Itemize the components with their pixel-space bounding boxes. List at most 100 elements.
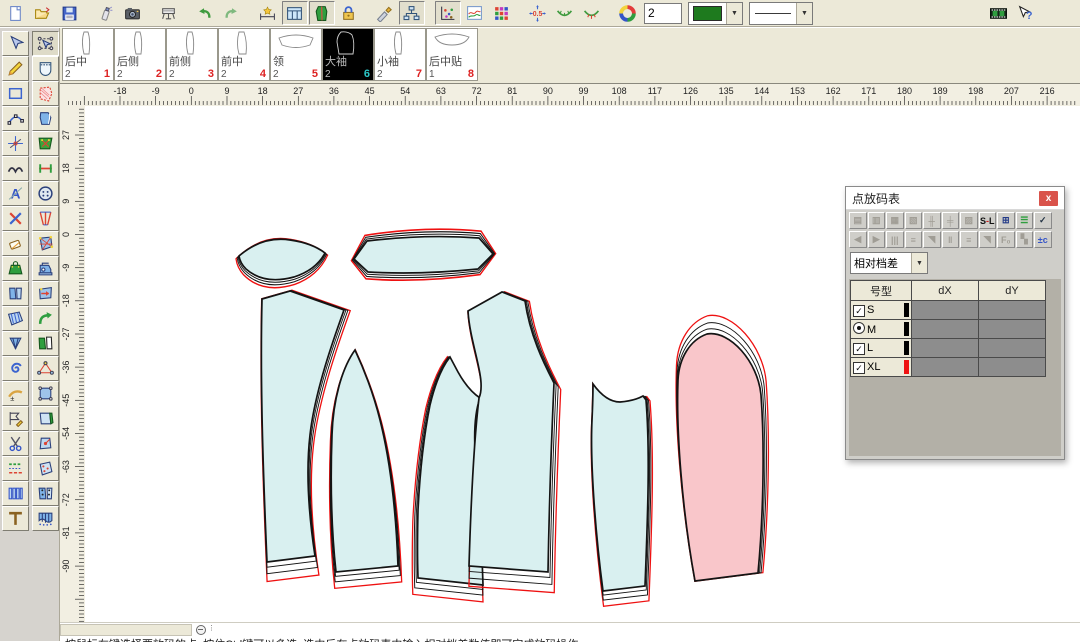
radio-selected-icon[interactable] [853, 322, 865, 334]
notch-arrow-tool-button[interactable] [32, 281, 59, 306]
align-points-button[interactable]: ╫ [923, 212, 941, 229]
f-zero-button[interactable]: F₀ [997, 231, 1015, 248]
curve-grading-button[interactable] [462, 1, 488, 25]
marker-layout-tool-button[interactable] [32, 131, 59, 156]
piece-thumbnail-6[interactable]: 大袖26 [322, 28, 374, 81]
button-mark-tool-button[interactable] [32, 181, 59, 206]
context-help-button[interactable]: ? [1013, 1, 1039, 25]
stitch-lines-tool-button[interactable] [2, 456, 29, 481]
piece-mode-button[interactable] [309, 1, 335, 25]
dx-cell[interactable] [912, 339, 979, 358]
pleat-grid-tool-button[interactable] [2, 481, 29, 506]
copy-y-button[interactable]: ▧ [905, 212, 923, 229]
flag-annotate-tool-button[interactable] [2, 406, 29, 431]
size-cell[interactable]: ✓L [851, 339, 912, 358]
close-icon[interactable]: x [1039, 191, 1058, 206]
piece-thumbnail-3[interactable]: 前侧23 [166, 28, 218, 81]
line-color-select[interactable]: ▼ [688, 2, 743, 25]
cross-cut-tool-button[interactable] [2, 206, 29, 231]
front-center-piece[interactable] [468, 292, 561, 593]
line-style-select[interactable]: ▼ [749, 2, 813, 25]
checkbox-checked-icon[interactable]: ✓ [853, 343, 865, 355]
piece-thumbnail-4[interactable]: 前中24 [218, 28, 270, 81]
ramp-y-button[interactable]: ◥ [979, 231, 997, 248]
pleat-fan-tool-button[interactable] [2, 331, 29, 356]
dy-cell[interactable] [979, 320, 1046, 339]
clean-brush-button[interactable] [372, 1, 398, 25]
redo-button[interactable] [219, 1, 245, 25]
swap-xy-button[interactable]: ▨ [960, 212, 978, 229]
panel-split-tool-button[interactable] [2, 281, 29, 306]
width-measure-tool-button[interactable] [32, 156, 59, 181]
ramp-x-button[interactable]: ◥ [923, 231, 941, 248]
back-side-piece[interactable] [330, 350, 402, 589]
measure-line-button[interactable] [255, 1, 281, 25]
spiral-tool-button[interactable] [2, 356, 29, 381]
color-wheel-button[interactable] [615, 1, 641, 25]
undo-button[interactable] [192, 1, 218, 25]
piece-thumbnail-8[interactable]: 后中贴18 [426, 28, 478, 81]
copy-grade-button[interactable]: ▤ [849, 212, 867, 229]
step-move-button[interactable]: 0.5 [525, 1, 551, 25]
curve-adjust-tool-button[interactable]: ± [2, 381, 29, 406]
point-grading-button[interactable] [435, 1, 461, 25]
dx-cell[interactable] [912, 301, 979, 320]
structure-lines-button[interactable] [399, 1, 425, 25]
notch-curve-up-button[interactable] [579, 1, 605, 25]
collar-piece[interactable] [351, 229, 495, 280]
window-view-button[interactable] [282, 1, 308, 25]
scissors-cut-tool-button[interactable] [2, 431, 29, 456]
pocket-tool-button[interactable] [32, 56, 59, 81]
dx-cell[interactable] [912, 320, 979, 339]
small-sleeve-piece[interactable] [591, 384, 652, 607]
back-center-facing-piece[interactable] [236, 239, 328, 288]
size-range-button[interactable]: S-L [979, 212, 997, 229]
dy-cell[interactable] [979, 301, 1046, 320]
pin-frame-tool-button[interactable] [32, 356, 59, 381]
grading-net-tool-button[interactable] [32, 231, 59, 256]
seam-hatch-tool-button[interactable] [32, 81, 59, 106]
move-arrow-tool-button[interactable] [32, 306, 59, 331]
apply-check-button[interactable]: ✓ [1034, 212, 1052, 229]
lock-pattern-button[interactable] [336, 1, 362, 25]
red-dot-mark-tool-button[interactable] [32, 456, 59, 481]
piece-thumbnail-2[interactable]: 后侧22 [114, 28, 166, 81]
equal-rows-button[interactable]: ≡ [905, 231, 923, 248]
auto-grade-button[interactable]: ±c [1034, 231, 1052, 248]
pair-lines-button[interactable]: ‖ [942, 231, 960, 248]
arc-curve-tool-button[interactable] [2, 106, 29, 131]
eraser-tool-button[interactable] [2, 231, 29, 256]
grade-colors-button[interactable] [489, 1, 515, 25]
piece-select-tool-button[interactable] [32, 31, 59, 56]
grade-mode-select[interactable]: 相对档差 ▼ [850, 252, 928, 274]
save-file-button[interactable] [57, 1, 83, 25]
paste-grade-button[interactable]: ▥ [868, 212, 886, 229]
sewing-machine-tool-button[interactable] [32, 256, 59, 281]
prev-size-button[interactable]: ◀ [849, 231, 867, 248]
panel-piece-tool-button[interactable] [32, 106, 59, 131]
dx-cell[interactable] [912, 358, 979, 377]
dart-tool-button[interactable] [2, 256, 29, 281]
piece-pin-tool-button[interactable] [32, 431, 59, 456]
equal-steps-button[interactable]: ||| [886, 231, 904, 248]
checkbox-checked-icon[interactable]: ✓ [853, 305, 865, 317]
size-cell[interactable]: ✓XL [851, 358, 912, 377]
checkbox-checked-icon[interactable]: ✓ [853, 362, 865, 374]
size-cell[interactable]: M [851, 320, 912, 339]
text-label-tool-button[interactable]: A [2, 181, 29, 206]
snapshot-button[interactable] [120, 1, 146, 25]
dy-cell[interactable] [979, 339, 1046, 358]
piece-thumbnail-5[interactable]: 领25 [270, 28, 322, 81]
double-arc-tool-button[interactable] [2, 156, 29, 181]
equal-rows-2-button[interactable]: ≡ [960, 231, 978, 248]
spray-tool-button[interactable] [93, 1, 119, 25]
stroke-width-input[interactable] [644, 3, 682, 24]
paired-dots-tool-button[interactable] [32, 481, 59, 506]
copy-x-button[interactable]: ▦ [886, 212, 904, 229]
chevron-down-icon[interactable]: ▼ [726, 3, 742, 24]
smart-pen-tool-button[interactable] [2, 56, 29, 81]
t-ruler-tool-button[interactable] [2, 506, 29, 531]
animation-strip-button[interactable] [986, 1, 1012, 25]
dialog-titlebar[interactable]: 点放码表 x [846, 187, 1064, 210]
even-spacing-button[interactable]: ╪ [942, 212, 960, 229]
